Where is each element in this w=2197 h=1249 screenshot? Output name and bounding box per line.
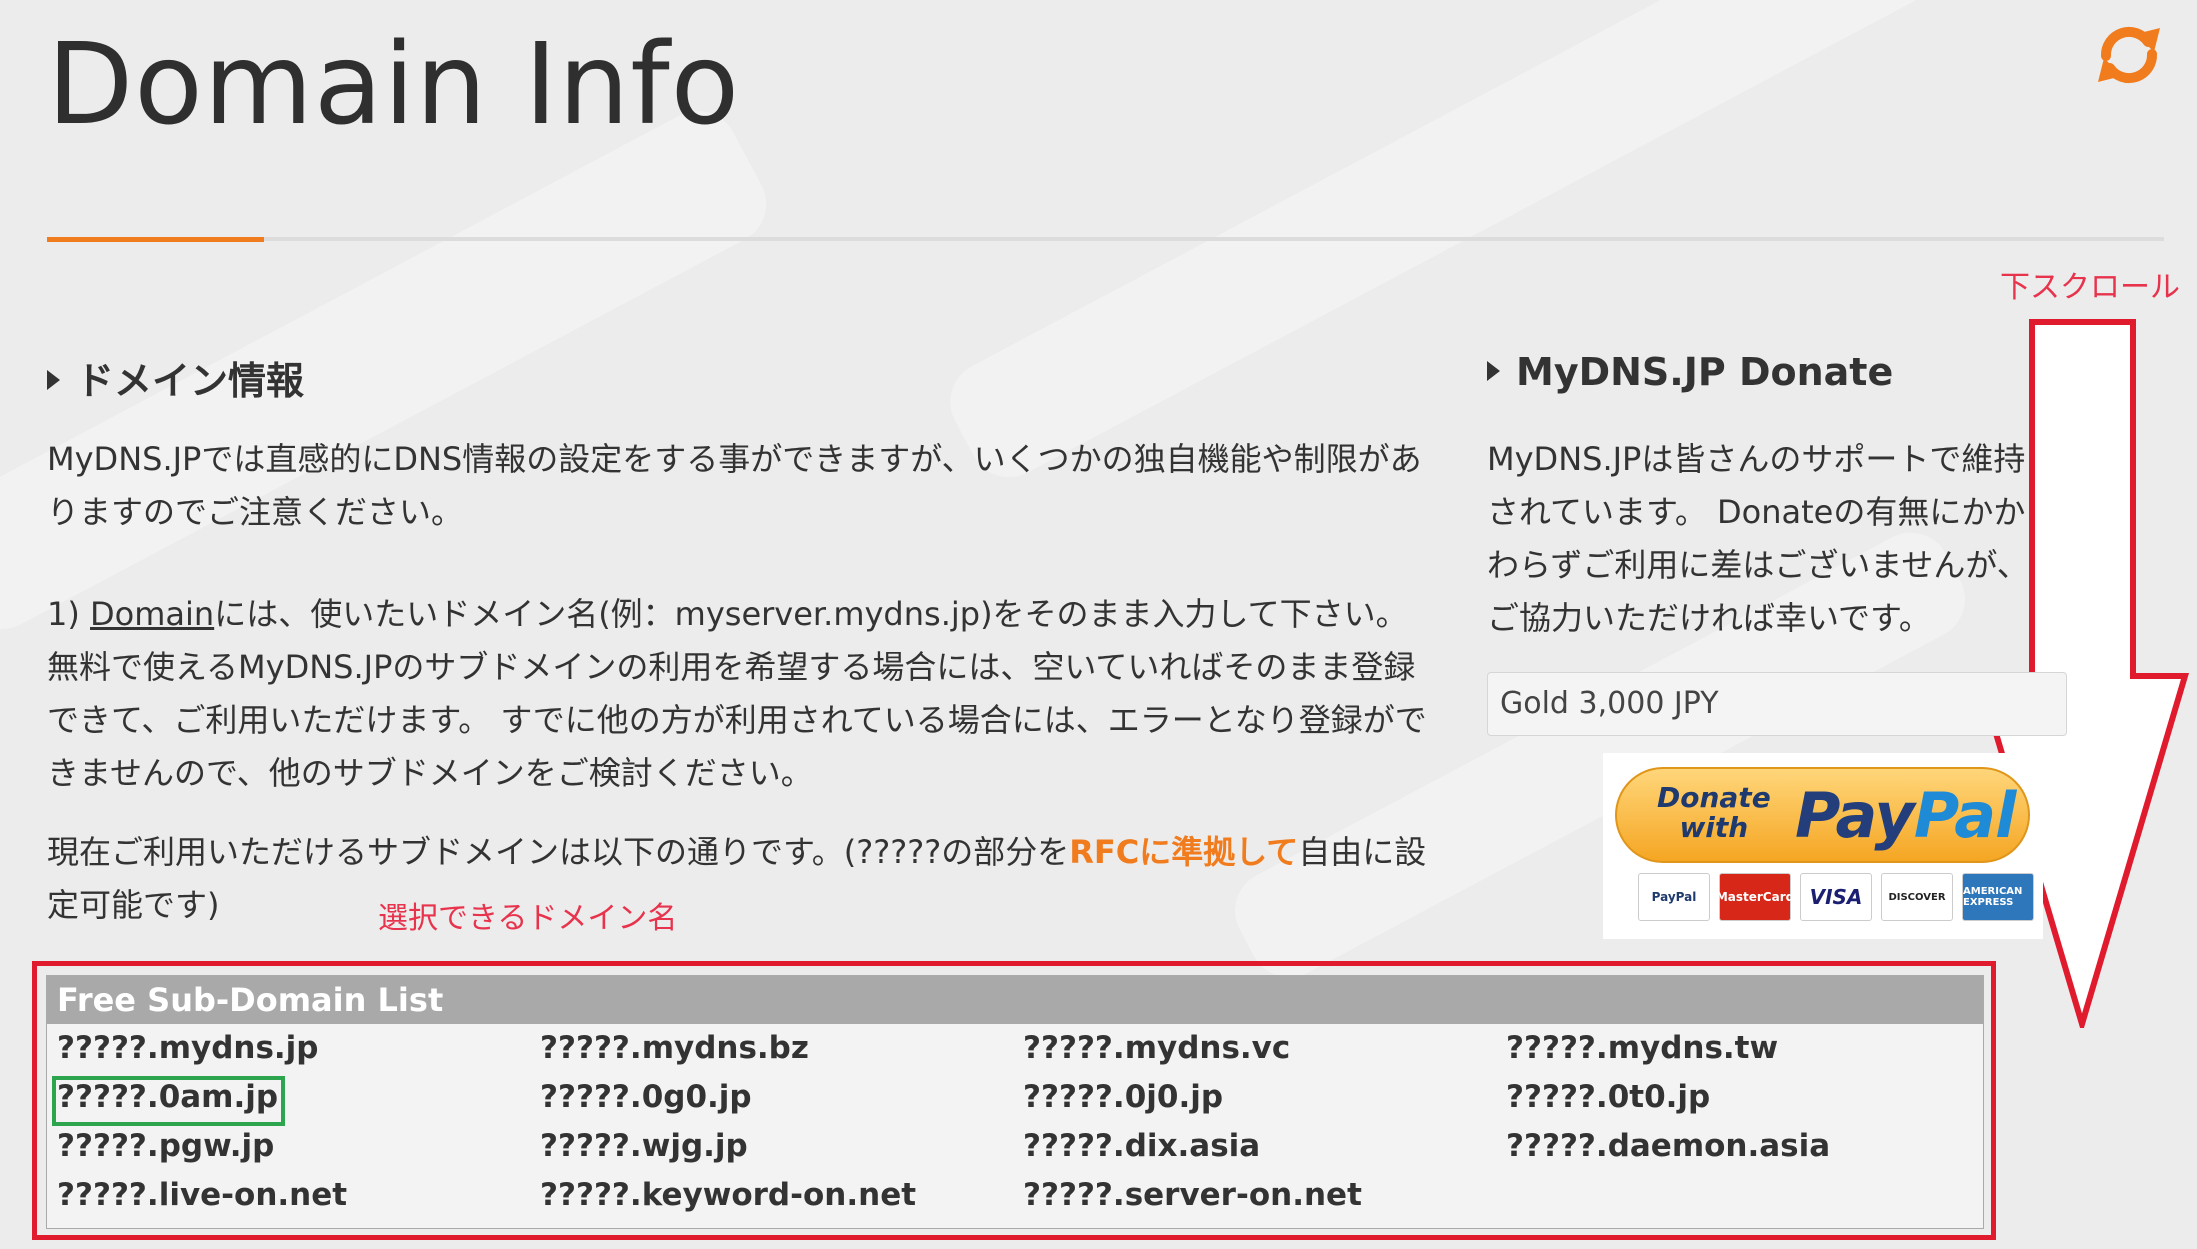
triangle-bullet-icon — [47, 369, 60, 390]
subdomain-item: ?????.mydns.tw — [1506, 1030, 1779, 1066]
amex-icon: AMERICAN EXPRESS — [1962, 873, 2034, 921]
subdomain-list-header: Free Sub-Domain List — [47, 976, 1983, 1024]
paypal-donate-box: Donate with PayPal PayPal MasterCard VIS… — [1603, 753, 2043, 939]
item1-rest: には、使いたいドメイン名(例：myserver.mydns.jp)をそのまま入力… — [47, 595, 1427, 792]
subdomain-item: ?????.keyword-on.net — [540, 1177, 917, 1213]
paypal-logo-text: PayPal — [1795, 779, 2017, 852]
discover-icon: DISCOVER — [1881, 873, 1953, 921]
free-subdomain-list: Free Sub-Domain List ?????.mydns.jp ????… — [46, 975, 1984, 1229]
subdomain-item: ?????.wjg.jp — [540, 1128, 748, 1164]
domain-info-heading: ドメイン情報 — [47, 350, 304, 405]
triangle-bullet-icon — [1487, 360, 1500, 381]
donate-description: MyDNS.JPは皆さんのサポートで維持されています。 Donateの有無にかか… — [1487, 440, 2029, 637]
rfc-link[interactable]: RFCに準拠して — [1069, 833, 1298, 871]
available-prefix: 現在ご利用いただけるサブドメインは以下の通りです。(?????の部分を — [47, 833, 1070, 871]
item1-prefix: 1) — [47, 595, 91, 633]
subdomain-item: ?????.live-on.net — [57, 1177, 348, 1213]
subdomain-item: ?????.mydns.bz — [540, 1030, 809, 1066]
paypal-pay: Pay — [1795, 779, 1915, 852]
subdomain-item: ?????.pgw.jp — [57, 1128, 275, 1164]
subdomain-item — [1496, 1171, 1979, 1220]
domain-link[interactable]: Domain — [90, 595, 214, 633]
refresh-icon[interactable] — [2092, 18, 2166, 92]
title-divider-accent — [47, 237, 264, 242]
subdomain-item: ?????.dix.asia — [1023, 1128, 1261, 1164]
donate-heading: MyDNS.JP Donate — [1487, 350, 1893, 394]
donate-heading-text: MyDNS.JP Donate — [1516, 350, 1894, 394]
subdomain-item: ?????.mydns.jp — [57, 1030, 319, 1066]
highlight-0am-annotation — [52, 1076, 285, 1126]
domain-instruction-text: 1) Domainには、使いたいドメイン名(例：myserver.mydns.j… — [47, 588, 1447, 800]
subdomain-item: ?????.server-on.net — [1023, 1177, 1362, 1213]
subdomain-item: ?????.0t0.jp — [1506, 1079, 1711, 1115]
donate-amount-select[interactable]: Gold 3,000 JPY — [1487, 672, 2067, 736]
paypal-donate-with-text: Donate with — [1657, 783, 1771, 843]
page-title: Domain Info — [47, 20, 741, 150]
visa-icon: VISA — [1800, 873, 1872, 921]
title-divider — [47, 237, 2164, 241]
subdomain-item: ?????.0g0.jp — [540, 1079, 752, 1115]
payment-card-logos: PayPal MasterCard VISA DISCOVER AMERICAN… — [1638, 873, 2034, 921]
paypal-donate-button[interactable]: Donate with PayPal — [1615, 767, 2030, 863]
subdomain-item: ?????.0j0.jp — [1023, 1079, 1224, 1115]
subdomain-item: ?????.daemon.asia — [1506, 1128, 1831, 1164]
mastercard-icon: MasterCard — [1716, 873, 1794, 921]
domain-info-heading-text: ドメイン情報 — [76, 359, 305, 403]
subdomain-grid: ?????.mydns.jp ?????.mydns.bz ?????.mydn… — [47, 1024, 1983, 1220]
selectable-domains-annotation: 選択できるドメイン名 — [378, 901, 678, 936]
paypal-with-word: with — [1679, 811, 1749, 844]
domain-intro-text: MyDNS.JPでは直感的にDNS情報の設定をする事ができますが、いくつかの独自… — [47, 440, 1422, 531]
paypal-pal: Pal — [1913, 779, 2017, 852]
paypal-donate-word: Donate — [1657, 781, 1771, 814]
paypal-card-icon: PayPal — [1638, 873, 1710, 921]
subdomain-item: ?????.mydns.vc — [1023, 1030, 1291, 1066]
scroll-hint-annotation: 下スクロール — [2000, 270, 2180, 305]
available-subdomains-text: 現在ご利用いただけるサブドメインは以下の通りです。(?????の部分をRFCに準… — [47, 826, 1447, 932]
